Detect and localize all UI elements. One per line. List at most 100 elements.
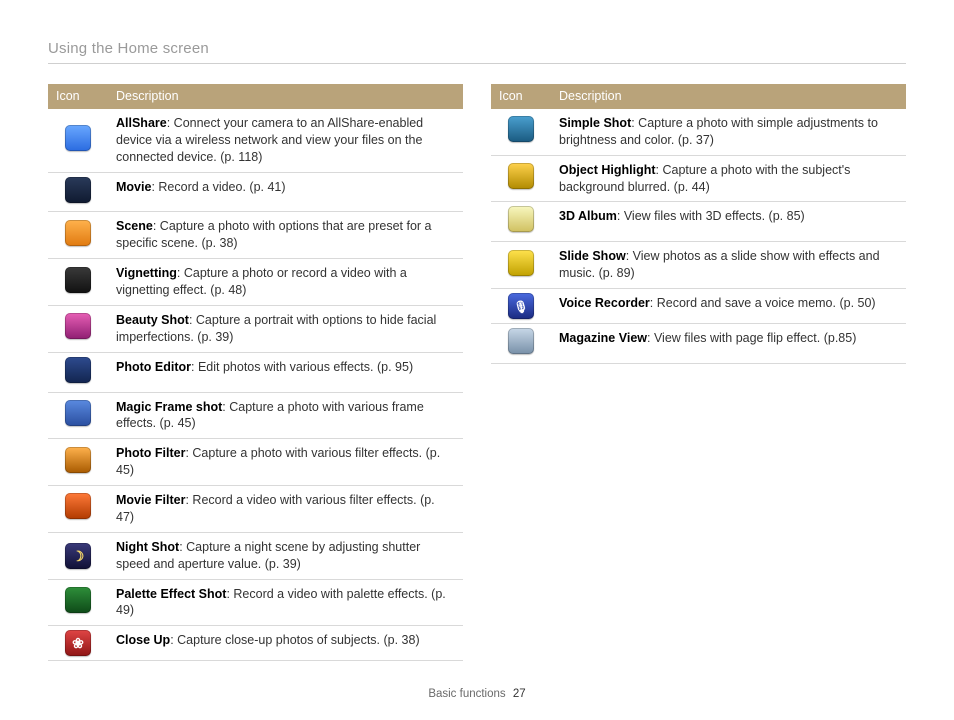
th-icon: Icon — [48, 84, 108, 109]
icon-cell — [48, 305, 108, 352]
manual-page: Using the Home screen Icon Description A… — [0, 0, 954, 720]
icon-cell — [48, 109, 108, 172]
ico-palette-icon — [65, 587, 91, 613]
feature-name: Scene — [116, 219, 153, 233]
table-row: Movie Filter: Record a video with variou… — [48, 486, 463, 533]
page-footer: Basic functions 27 — [0, 688, 954, 700]
left-tbody: AllShare: Connect your camera to an AllS… — [48, 109, 463, 661]
icon-table-left: Icon Description AllShare: Connect your … — [48, 84, 463, 661]
table-row: Simple Shot: Capture a photo with simple… — [491, 109, 906, 155]
table-row: Palette Effect Shot: Record a video with… — [48, 579, 463, 626]
icon-cell — [48, 259, 108, 306]
right-tbody: Simple Shot: Capture a photo with simple… — [491, 109, 906, 364]
feature-name: Voice Recorder — [559, 296, 650, 310]
ico-photofilter-icon — [65, 447, 91, 473]
th-description: Description — [108, 84, 463, 109]
table-row: 3D Album: View files with 3D effects. (p… — [491, 202, 906, 242]
footer-section: Basic functions — [428, 688, 505, 700]
ico-3dalbum-icon — [508, 206, 534, 232]
table-row: Object Highlight: Capture a photo with t… — [491, 155, 906, 202]
icon-cell — [491, 324, 551, 364]
table-row: Magic Frame shot: Capture a photo with v… — [48, 392, 463, 439]
description-cell: Scene: Capture a photo with options that… — [108, 212, 463, 259]
feature-name: Movie Filter — [116, 493, 185, 507]
icon-cell — [48, 392, 108, 439]
feature-desc: : View files with 3D effects. (p. 85) — [617, 209, 805, 223]
ico-slideshow-icon — [508, 250, 534, 276]
description-cell: Voice Recorder: Record and save a voice … — [551, 289, 906, 324]
ico-moviefilter-icon — [65, 493, 91, 519]
ico-vignetting-icon — [65, 267, 91, 293]
icon-cell — [48, 579, 108, 626]
description-cell: Vignetting: Capture a photo or record a … — [108, 259, 463, 306]
feature-name: Photo Editor — [116, 360, 191, 374]
feature-name: Magic Frame shot — [116, 400, 222, 414]
ico-simpleshot-icon — [508, 116, 534, 142]
table-row: Vignetting: Capture a photo or record a … — [48, 259, 463, 306]
description-cell: Beauty Shot: Capture a portrait with opt… — [108, 305, 463, 352]
feature-desc: : View files with page flip effect. (p.8… — [647, 331, 856, 345]
icon-cell — [48, 626, 108, 661]
table-row: Movie: Record a video. (p. 41) — [48, 172, 463, 212]
ico-beauty-icon — [65, 313, 91, 339]
ico-movie-icon — [65, 177, 91, 203]
description-cell: Simple Shot: Capture a photo with simple… — [551, 109, 906, 155]
table-row: AllShare: Connect your camera to an AllS… — [48, 109, 463, 172]
icon-cell — [491, 289, 551, 324]
feature-name: Slide Show — [559, 249, 626, 263]
icon-cell — [48, 532, 108, 579]
description-cell: Magazine View: View files with page flip… — [551, 324, 906, 364]
feature-name: Magazine View — [559, 331, 647, 345]
table-row: Scene: Capture a photo with options that… — [48, 212, 463, 259]
feature-name: Night Shot — [116, 540, 179, 554]
description-cell: Magic Frame shot: Capture a photo with v… — [108, 392, 463, 439]
left-column: Icon Description AllShare: Connect your … — [48, 84, 463, 661]
feature-name: Object Highlight — [559, 163, 656, 177]
feature-desc: : Capture a photo with options that are … — [116, 219, 431, 250]
table-row: Slide Show: View photos as a slide show … — [491, 242, 906, 289]
description-cell: Movie: Record a video. (p. 41) — [108, 172, 463, 212]
feature-name: Movie — [116, 180, 151, 194]
feature-desc: : Record and save a voice memo. (p. 50) — [650, 296, 876, 310]
ico-scene-icon — [65, 220, 91, 246]
description-cell: Object Highlight: Capture a photo with t… — [551, 155, 906, 202]
description-cell: AllShare: Connect your camera to an AllS… — [108, 109, 463, 172]
description-cell: Night Shot: Capture a night scene by adj… — [108, 532, 463, 579]
description-cell: Photo Filter: Capture a photo with vario… — [108, 439, 463, 486]
feature-name: Close Up — [116, 633, 170, 647]
ico-nightshot-icon — [65, 543, 91, 569]
icon-cell — [491, 202, 551, 242]
icon-cell — [48, 486, 108, 533]
columns: Icon Description AllShare: Connect your … — [48, 84, 906, 661]
th-description: Description — [551, 84, 906, 109]
table-row: Magazine View: View files with page flip… — [491, 324, 906, 364]
icon-cell — [48, 172, 108, 212]
feature-name: Palette Effect Shot — [116, 587, 226, 601]
icon-cell — [491, 109, 551, 155]
description-cell: 3D Album: View files with 3D effects. (p… — [551, 202, 906, 242]
feature-desc: : Edit photos with various effects. (p. … — [191, 360, 413, 374]
ico-allshare-icon — [65, 125, 91, 151]
ico-objecthl-icon — [508, 163, 534, 189]
table-row: Voice Recorder: Record and save a voice … — [491, 289, 906, 324]
feature-name: Photo Filter — [116, 446, 185, 460]
feature-name: 3D Album — [559, 209, 617, 223]
title-rule — [48, 63, 906, 64]
feature-desc: : Capture close-up photos of subjects. (… — [170, 633, 419, 647]
icon-cell — [491, 242, 551, 289]
feature-desc: : Record a video. (p. 41) — [151, 180, 285, 194]
icon-cell — [48, 212, 108, 259]
description-cell: Slide Show: View photos as a slide show … — [551, 242, 906, 289]
description-cell: Movie Filter: Record a video with variou… — [108, 486, 463, 533]
table-row: Close Up: Capture close-up photos of sub… — [48, 626, 463, 661]
footer-page-number: 27 — [513, 688, 526, 700]
table-row: Night Shot: Capture a night scene by adj… — [48, 532, 463, 579]
icon-cell — [491, 155, 551, 202]
feature-name: AllShare — [116, 116, 167, 130]
icon-table-right: Icon Description Simple Shot: Capture a … — [491, 84, 906, 364]
ico-magview-icon — [508, 328, 534, 354]
icon-cell — [48, 439, 108, 486]
table-row: Photo Editor: Edit photos with various e… — [48, 352, 463, 392]
table-row: Beauty Shot: Capture a portrait with opt… — [48, 305, 463, 352]
ico-photoeditor-icon — [65, 357, 91, 383]
